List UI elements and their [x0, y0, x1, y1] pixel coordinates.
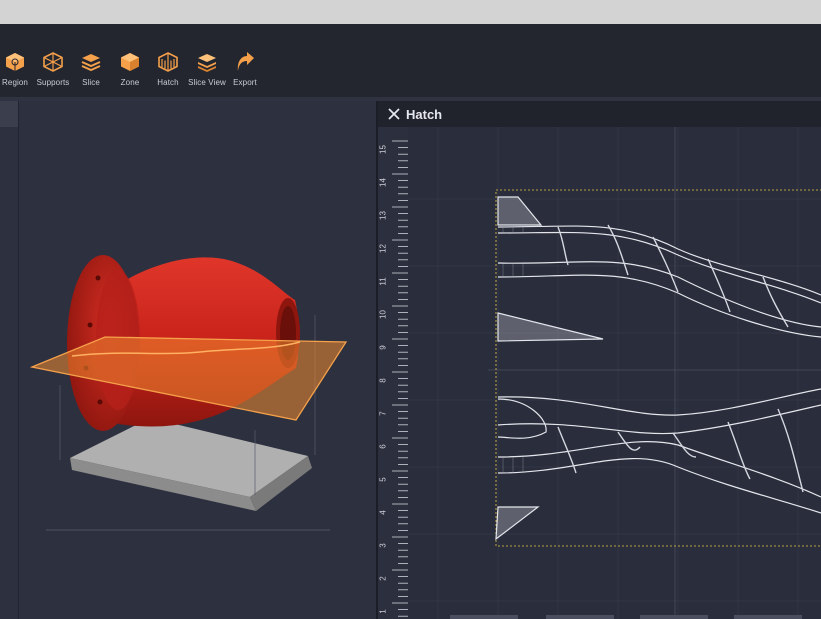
hatch-fill — [502, 227, 524, 473]
build-platform — [70, 418, 312, 511]
ruler-label: 15 — [378, 145, 388, 154]
ruler-label: 6 — [378, 444, 388, 449]
grid — [408, 127, 821, 619]
ruler-label: 5 — [378, 477, 388, 482]
bottom-control-3[interactable] — [640, 615, 708, 619]
ruler-label: 2 — [378, 576, 388, 581]
sidebar-collapsed-tab[interactable] — [0, 101, 18, 127]
slice-view-icon — [198, 54, 216, 72]
title-bar — [0, 0, 821, 24]
selection-bounds — [495, 189, 821, 547]
zone-icon — [121, 53, 139, 71]
ruler-label: 7 — [378, 411, 388, 416]
ruler-label: 1 — [378, 609, 388, 614]
hatch-panel-title: Hatch — [406, 107, 443, 122]
hatch-panel-header: Hatch — [378, 101, 821, 127]
slice-button[interactable]: Slice — [69, 51, 113, 87]
slice-icon — [81, 54, 101, 72]
ruler-label: 8 — [378, 378, 388, 383]
ruler-label: 10 — [378, 310, 388, 319]
bottom-control-1[interactable] — [450, 615, 518, 619]
hatch-ribs — [557, 224, 804, 493]
ruler-label: 11 — [378, 277, 388, 286]
export-label: Export — [233, 78, 257, 87]
3d-scene[interactable] — [0, 101, 376, 619]
hatch-label: Hatch — [157, 78, 179, 87]
bottom-control-4[interactable] — [734, 615, 802, 619]
hatch-button[interactable]: Hatch — [146, 51, 190, 87]
ruler-label: 13 — [378, 211, 388, 220]
export-button[interactable]: Export — [223, 51, 267, 87]
slice-label: Slice — [82, 78, 100, 87]
3d-viewport[interactable] — [0, 101, 376, 619]
bottom-control-2[interactable] — [546, 615, 614, 619]
region-icon — [6, 53, 24, 71]
hatch-icon — [158, 52, 178, 72]
close-icon[interactable] — [386, 106, 402, 122]
toolbar: Region Supports Slice Zone Hatch Slice V… — [0, 24, 821, 97]
ruler-label: 4 — [378, 510, 388, 515]
export-icon — [237, 52, 254, 71]
hatch-view[interactable]: 15 14 13 12 11 10 9 8 7 6 5 4 3 2 1 — [378, 127, 821, 619]
ruler-label: 9 — [378, 345, 388, 350]
supports-icon — [43, 52, 63, 72]
ruler-label: 3 — [378, 543, 388, 548]
ruler-label: 14 — [378, 178, 388, 187]
center-axes — [488, 127, 821, 619]
hatch-canvas[interactable] — [408, 127, 821, 619]
ruler-label: 12 — [378, 244, 388, 253]
